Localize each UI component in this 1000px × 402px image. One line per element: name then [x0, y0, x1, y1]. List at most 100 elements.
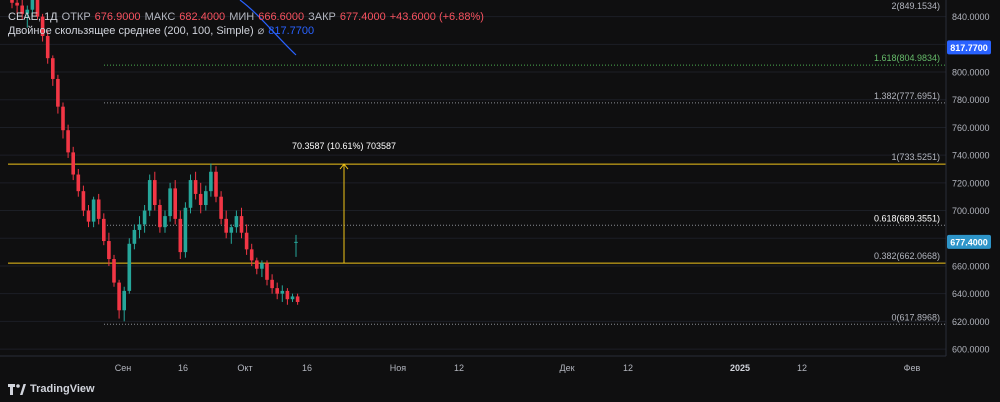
candle-body	[132, 229, 137, 244]
candle-body	[255, 260, 259, 269]
low-value: 666.6000	[258, 11, 305, 23]
candle-body	[234, 216, 239, 228]
price-tick-label: 840.0000	[952, 12, 990, 22]
candle-body	[96, 199, 101, 219]
price-axis: 600.0000620.0000640.0000660.0000680.0000…	[945, 0, 991, 356]
price-tick-label: 600.0000	[952, 345, 990, 355]
time-tick-label: 12	[623, 363, 633, 373]
candle-body	[51, 58, 55, 79]
candle-body	[173, 188, 177, 219]
candlestick-series	[10, 0, 300, 322]
candle-body	[10, 0, 14, 3]
close-label: ЗАКР	[308, 11, 336, 23]
time-tick-label: Окт	[237, 363, 252, 373]
candle-body	[112, 259, 116, 283]
candle-body	[147, 180, 152, 211]
candle-body	[198, 193, 203, 206]
candle-body	[209, 171, 213, 192]
candle-body	[86, 210, 91, 222]
time-axis: Сен 16 Окт 16 Ноя 12 Дек 12 2025 12 Фев	[0, 355, 946, 373]
time-tick-label: 12	[797, 363, 807, 373]
fib-level-label: 1(733.5251)	[891, 152, 940, 162]
candle-body	[294, 241, 298, 243]
candle-body	[280, 290, 285, 294]
open-label: ОТКР	[61, 11, 91, 23]
candle-body	[183, 207, 188, 253]
candle-body	[290, 296, 295, 300]
candle-body	[81, 191, 86, 211]
price-tick-label: 800.0000	[952, 68, 990, 78]
time-tick-label: Фев	[904, 363, 921, 373]
tradingview-icon	[8, 383, 26, 395]
chart-grid	[0, 16, 946, 350]
candle-body	[193, 180, 198, 194]
fibonacci-retracement: 0(617.8968) 0.382(662.0668) 0.618(689.3551…	[8, 1, 946, 325]
ma-row[interactable]: Двойное скользящее среднее (200, 100, Si…	[8, 24, 484, 38]
candle-body	[30, 0, 35, 10]
ma-symbol: ⌀	[257, 25, 265, 37]
time-tick-label: Сен	[115, 363, 132, 373]
price-tick-label: 720.0000	[952, 178, 990, 188]
time-tick-label: Ноя	[390, 363, 407, 373]
price-range-measure: 70.3587 (10.61%) 703587	[292, 141, 396, 264]
candle-body	[244, 232, 249, 250]
candle-body	[168, 188, 172, 217]
candle-body	[142, 210, 147, 225]
ma-price-tag: 817.7700	[950, 43, 988, 53]
candle-body	[270, 279, 274, 289]
ohlc-row: CEAE, 1Д ОТКР 676.9000 МАКС 682.4000 МИН 66…	[8, 10, 484, 24]
symbol-label[interactable]: CEAE, 1Д	[8, 10, 58, 24]
candle-body	[204, 191, 208, 206]
candle-body	[158, 205, 162, 228]
candle-body	[295, 296, 300, 302]
tradingview-logo-text: TradingView	[30, 383, 95, 395]
close-value: 677.4000	[339, 11, 386, 23]
high-value: 682.4000	[179, 11, 226, 23]
low-label: МИН	[229, 11, 255, 23]
time-tick-label: 16	[178, 363, 188, 373]
time-tick-label: 12	[454, 363, 464, 373]
candle-body	[229, 227, 234, 233]
fib-level-label: 1.618(804.9834)	[874, 53, 940, 63]
price-tick-label: 780.0000	[952, 95, 990, 105]
candle-body	[163, 216, 167, 228]
candle-body	[214, 171, 218, 197]
candle-body	[188, 180, 193, 208]
candle-body	[71, 152, 75, 175]
price-tick-label: 660.0000	[952, 261, 990, 271]
fib-level-label: 0.618(689.3551)	[874, 213, 940, 223]
candle-body	[249, 249, 254, 261]
price-tick-label: 700.0000	[952, 206, 990, 216]
candle-body	[45, 36, 50, 59]
candle-body	[285, 290, 290, 300]
price-tick-label: 620.0000	[952, 317, 990, 327]
candle-body	[91, 199, 96, 222]
candle-body	[107, 241, 111, 260]
candle-body	[117, 282, 121, 311]
candle-body	[76, 174, 81, 192]
time-tick-label: 2025	[730, 363, 750, 373]
fib-level-label: 2(849.1534)	[891, 1, 940, 11]
candle-body	[265, 263, 269, 280]
tradingview-logo[interactable]: TradingView	[8, 383, 95, 395]
candle-body	[224, 218, 228, 233]
candle-body	[127, 243, 132, 291]
price-chart[interactable]: 0(617.8968) 0.382(662.0668) 0.618(689.3551…	[0, 0, 1000, 402]
candle-body	[66, 130, 70, 153]
candle-body	[239, 216, 244, 233]
price-tick-label: 640.0000	[952, 289, 990, 299]
candle-body	[122, 290, 126, 311]
ma-value: 817.7700	[268, 25, 315, 37]
candle-body	[153, 180, 157, 206]
candle-body	[219, 196, 223, 219]
candle-body	[102, 218, 106, 242]
time-tick-label: 16	[302, 363, 312, 373]
last-price-tag: 677.4000	[950, 237, 988, 247]
time-tick-label: Дек	[559, 363, 574, 373]
fib-level-label: 1.382(777.6951)	[874, 91, 940, 101]
candle-body	[137, 224, 142, 230]
price-tick-label: 760.0000	[952, 123, 990, 133]
candle-body	[15, 2, 19, 6]
open-value: 676.9000	[94, 11, 141, 23]
price-tick-label: 740.0000	[952, 151, 990, 161]
